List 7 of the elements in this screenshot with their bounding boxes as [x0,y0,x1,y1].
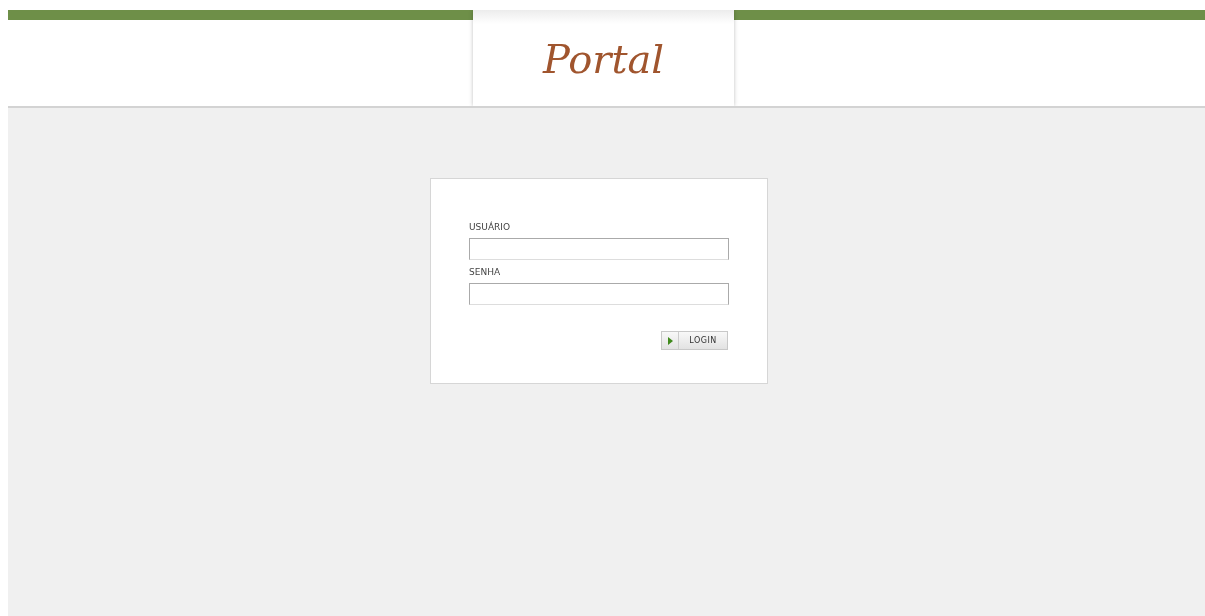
password-field[interactable] [469,283,729,305]
username-field[interactable] [469,238,729,260]
site-title: Portal [542,35,665,83]
field-label: SENHA [469,266,502,278]
field-label: USUÁRIO [469,221,512,233]
play-icon [667,336,673,345]
login-button[interactable]: LOGIN [661,331,728,350]
